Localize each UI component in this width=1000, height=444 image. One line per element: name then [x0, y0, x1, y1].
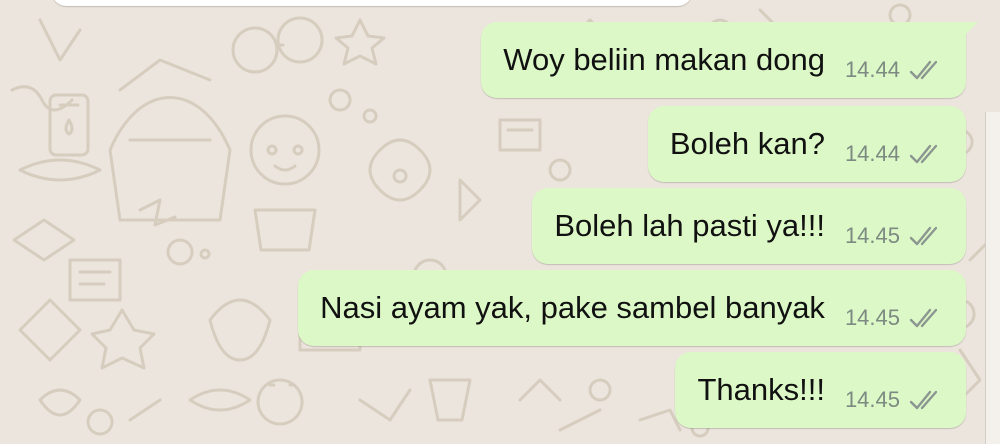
read-double-check-icon	[909, 390, 938, 410]
message-timestamp: 14.45	[844, 223, 900, 248]
message-bubble-outgoing[interactable]: Boleh lah pasti ya!!! 14.45	[532, 188, 966, 264]
message-text: Boleh kan?	[669, 126, 825, 161]
bubble-tail	[964, 22, 978, 36]
message-meta: 14.44	[845, 57, 944, 83]
message-text: Thanks!!!	[697, 372, 825, 407]
message-bubble-outgoing[interactable]: Nasi ayam yak, pake sambel banyak 14.45	[298, 270, 966, 346]
message-timestamp: 14.45	[844, 387, 900, 412]
message-text: Boleh lah pasti ya!!!	[554, 208, 825, 243]
message-meta: 14.44	[845, 141, 944, 167]
message-bubble-outgoing[interactable]: Thanks!!! 14.45	[675, 352, 966, 428]
message-timestamp: 14.44	[844, 57, 900, 82]
read-double-check-icon	[909, 60, 938, 80]
side-panel-edge	[985, 112, 1000, 444]
read-double-check-icon	[909, 144, 938, 164]
message-meta: 14.45	[845, 223, 944, 249]
message-meta: 14.45	[845, 387, 944, 413]
message-text: Woy beliin makan dong	[503, 42, 825, 77]
message-timestamp: 14.45	[844, 305, 900, 330]
message-bubble-outgoing[interactable]: Boleh kan? 14.44	[647, 106, 966, 182]
previous-message-bubble-edge	[52, 0, 692, 6]
message-bubble-outgoing[interactable]: Woy beliin makan dong 14.44	[481, 22, 978, 98]
message-text: Nasi ayam yak, pake sambel banyak	[320, 290, 825, 325]
message-meta: 14.45	[845, 305, 944, 331]
message-timestamp: 14.44	[844, 141, 900, 166]
read-double-check-icon	[909, 226, 938, 246]
read-double-check-icon	[909, 308, 938, 328]
